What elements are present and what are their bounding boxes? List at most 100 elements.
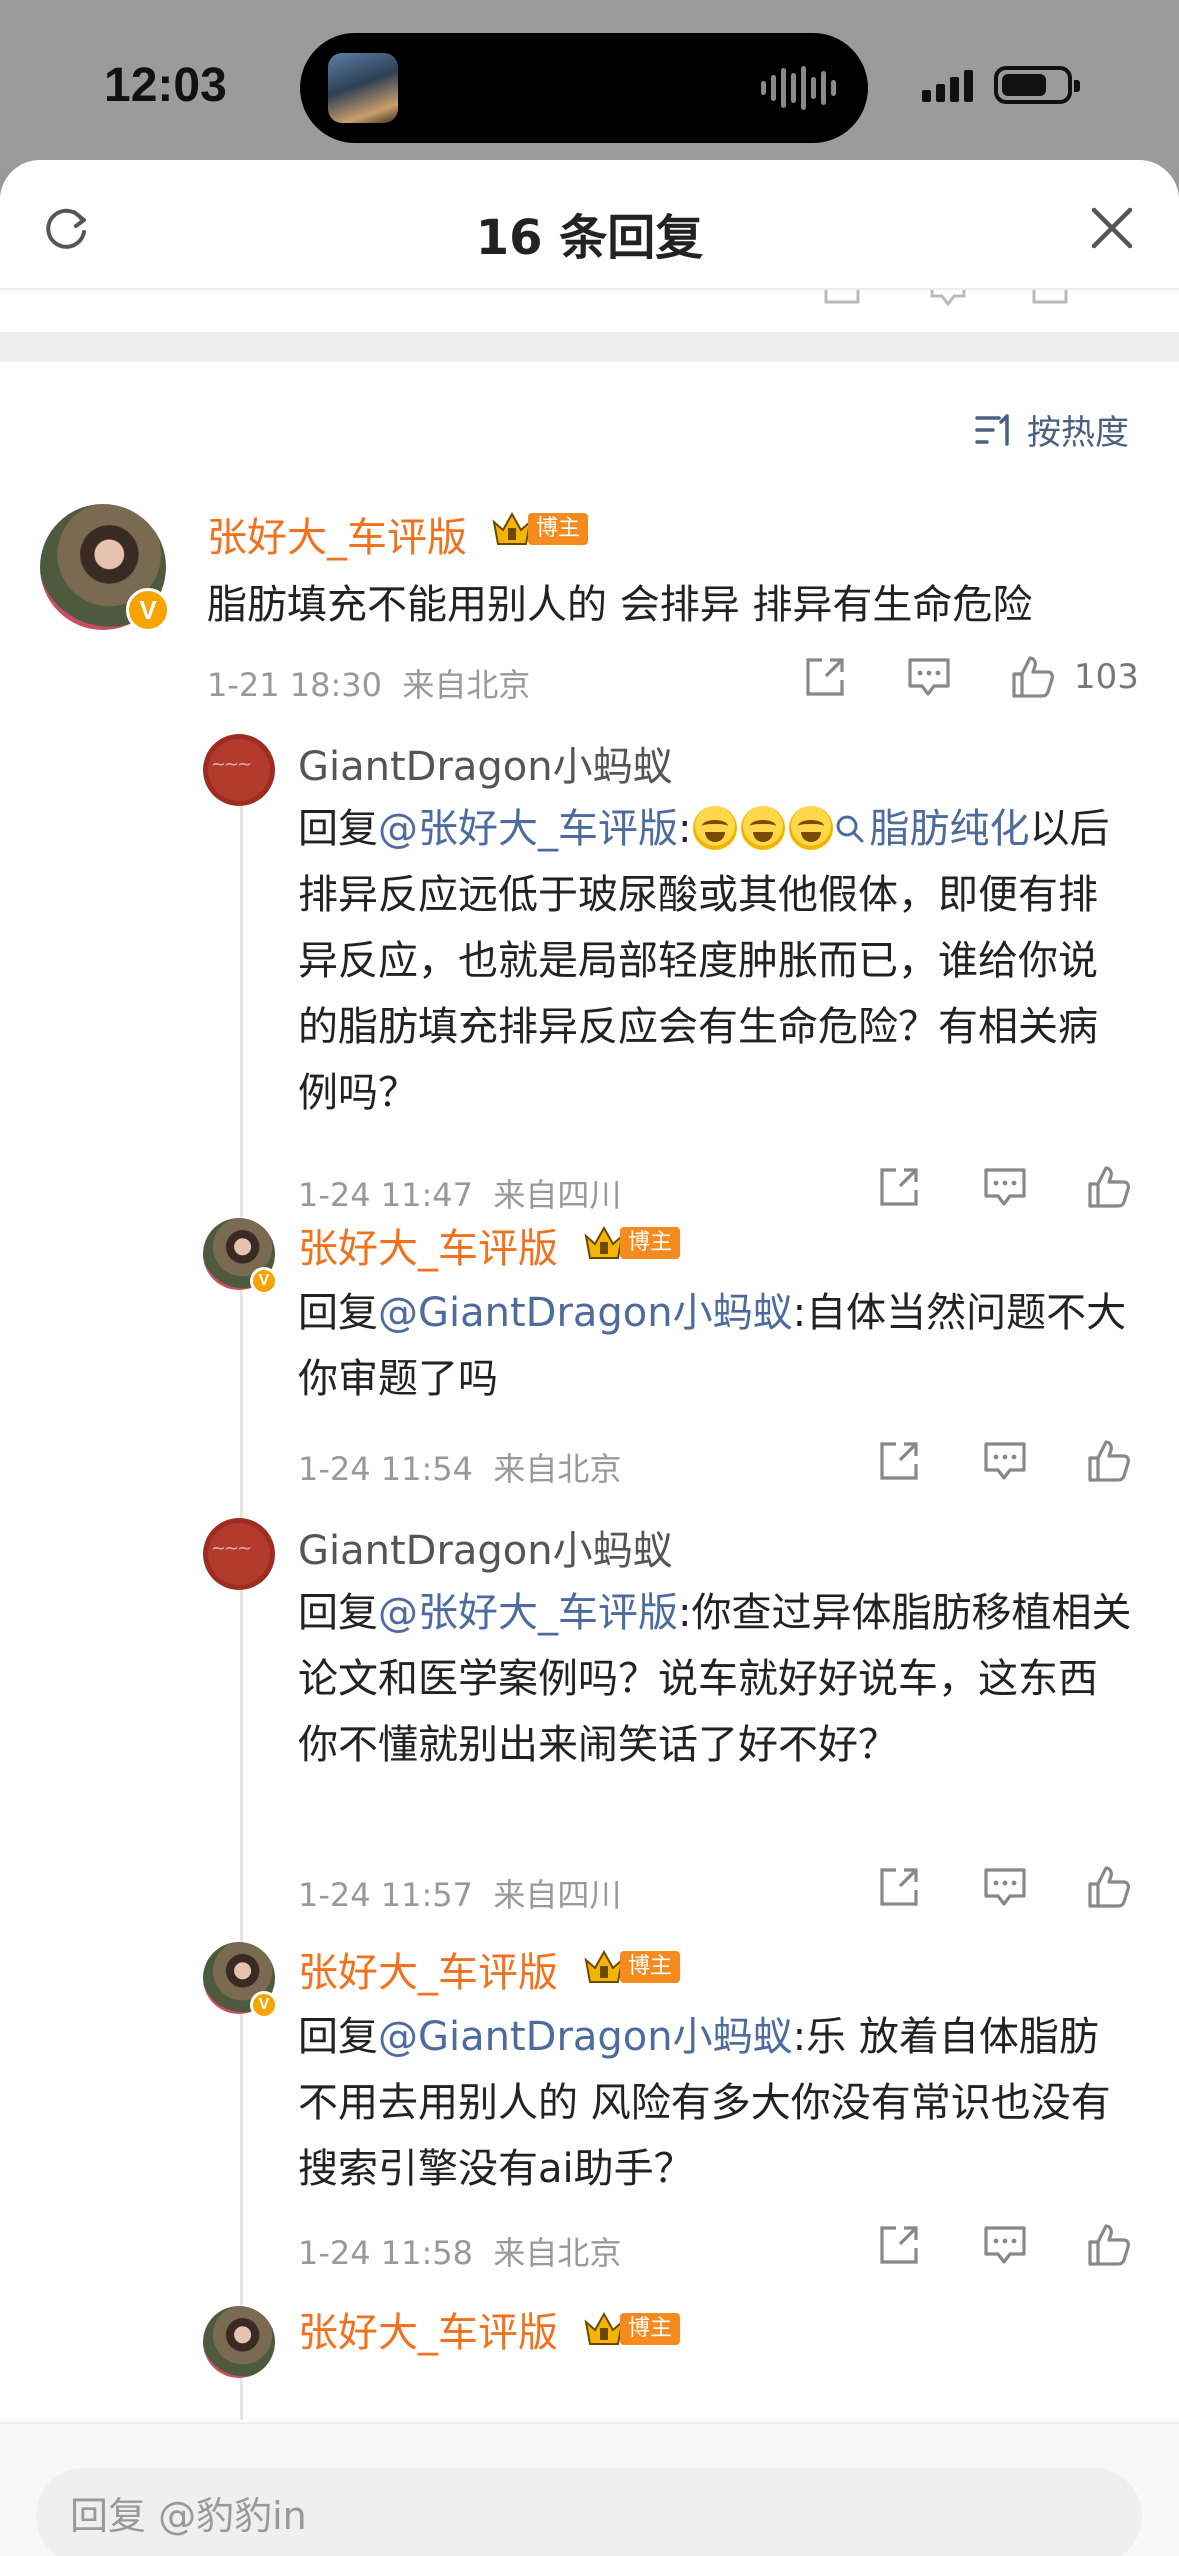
reply-meta: 1-24 11:54 来自北京 xyxy=(298,1444,621,1490)
reply-colon: : xyxy=(792,1290,807,1336)
reply-prefix: 回复 xyxy=(298,2014,378,2060)
topic-link[interactable]: 脂肪纯化 xyxy=(869,806,1029,852)
reply-meta: 1-24 11:58 来自北京 xyxy=(298,2228,621,2274)
comment-text: 脂肪填充不能用别人的 会排异 排异有生命危险 xyxy=(207,582,1033,628)
reply-date: 1-24 11:54 xyxy=(298,1450,474,1488)
reply-date: 1-24 11:47 xyxy=(298,1176,474,1214)
blogger-tag: 博主 xyxy=(620,1951,681,1983)
blogger-badge: 博主 xyxy=(584,2310,681,2348)
reply-location: 来自四川 xyxy=(493,1876,622,1914)
blogger-badge: 博主 xyxy=(584,1948,681,1986)
share-icon[interactable] xyxy=(802,654,848,700)
reply-username[interactable]: 张好大_车评版 xyxy=(298,1216,558,1274)
verified-icon: V xyxy=(250,1267,278,1295)
blogger-tag: 博主 xyxy=(528,513,589,545)
reply-date: 1-24 11:58 xyxy=(298,2234,474,2272)
reply-prefix: 回复 xyxy=(298,1290,378,1336)
like-icon[interactable] xyxy=(1086,1164,1132,1210)
reply-text: 回复@张好大_车评版: 脂肪纯化以后排异反应远低于玻尿酸或其他假体，即便有排异反应… xyxy=(298,796,1134,1126)
sheet-header: 16 条回复 xyxy=(0,160,1179,290)
scrolled-previous-row xyxy=(0,290,1179,325)
reply-location: 来自四川 xyxy=(493,1176,622,1214)
reply-bar xyxy=(0,2422,1179,2556)
mention-link[interactable]: @张好大_车评版 xyxy=(378,806,678,852)
laugh-cry-emoji-icon xyxy=(741,806,786,850)
comment-username[interactable]: 张好大_车评版 xyxy=(207,505,467,563)
reply-colon: : xyxy=(678,1590,692,1636)
laugh-cry-emoji-icon xyxy=(789,806,834,850)
like-icon xyxy=(1032,290,1068,304)
reply-text: 回复@张好大_车评版:你查过异体脂肪移植相关论文和医学案例吗？说车就好好说车，这… xyxy=(298,1580,1134,1778)
blogger-tag: 博主 xyxy=(620,2313,681,2345)
crown-icon xyxy=(584,1949,624,1983)
sort-by-hot-button[interactable]: 按热度 xyxy=(975,405,1129,454)
avatar[interactable] xyxy=(203,2306,275,2378)
share-icon[interactable] xyxy=(876,2222,922,2268)
reply-username[interactable]: 张好大_车评版 xyxy=(298,2300,558,2358)
reply-colon: : xyxy=(792,2014,807,2060)
crown-icon xyxy=(584,2311,624,2345)
share-icon[interactable] xyxy=(876,1438,922,1484)
reply-text: 回复@GiantDragon小蚂蚁:自体当然问题不大 你审题了吗 xyxy=(298,1280,1134,1412)
cellular-signal-icon xyxy=(922,68,973,102)
blogger-tag: 博主 xyxy=(620,1227,681,1259)
search-icon xyxy=(836,815,864,843)
like-icon[interactable] xyxy=(1010,654,1056,700)
reply-meta: 1-24 11:47 来自四川 xyxy=(298,1170,621,1216)
comment-meta: 1-21 18:30 来自北京 xyxy=(207,660,530,706)
reply-colon: : xyxy=(678,806,692,852)
now-playing-artwork xyxy=(328,53,398,123)
share-icon xyxy=(824,290,860,304)
like-icon[interactable] xyxy=(1086,2222,1132,2268)
reply-username[interactable]: 张好大_车评版 xyxy=(298,1940,558,1998)
reply-text: 回复@GiantDragon小蚂蚁:乐 放着自体脂肪不用去用别人的 风险有多大你… xyxy=(298,2004,1134,2202)
status-time: 12:03 xyxy=(104,59,227,112)
sort-label: 按热度 xyxy=(1027,413,1129,453)
laugh-cry-emoji-icon xyxy=(693,806,738,850)
comment-icon[interactable] xyxy=(982,1164,1028,1210)
share-icon[interactable] xyxy=(876,1864,922,1910)
crown-icon xyxy=(584,1225,624,1259)
reply-input[interactable] xyxy=(36,2468,1142,2556)
reply-prefix: 回复 xyxy=(298,806,378,852)
share-icon[interactable] xyxy=(876,1164,922,1210)
close-icon[interactable] xyxy=(1088,204,1136,252)
section-separator xyxy=(0,332,1179,362)
sort-icon xyxy=(975,413,1009,446)
audio-waveform-icon xyxy=(761,65,836,111)
replies-sheet: 16 条回复 按热度 V 张好大_车评版 博主 脂肪填充不能用别人的 会排异 排… xyxy=(0,160,1179,2556)
reply-username[interactable]: GiantDragon小蚂蚁 xyxy=(298,734,673,792)
comment-icon[interactable] xyxy=(982,1438,1028,1484)
avatar[interactable] xyxy=(203,1518,275,1590)
sheet-title: 16 条回复 xyxy=(475,210,704,266)
reply-date: 1-24 11:57 xyxy=(298,1876,474,1914)
reply-prefix: 回复 xyxy=(298,1590,378,1636)
like-count: 103 xyxy=(1074,657,1139,697)
comment-icon[interactable] xyxy=(982,2222,1028,2268)
mention-link[interactable]: @GiantDragon小蚂蚁 xyxy=(378,2014,793,2060)
dynamic-island[interactable] xyxy=(300,33,868,143)
like-icon[interactable] xyxy=(1086,1438,1132,1484)
reply-meta: 1-24 11:57 来自四川 xyxy=(298,1870,621,1916)
mention-link[interactable]: @张好大_车评版 xyxy=(378,1590,678,1636)
crown-icon xyxy=(492,511,532,545)
like-icon[interactable] xyxy=(1086,1864,1132,1910)
reply-username[interactable]: GiantDragon小蚂蚁 xyxy=(298,1518,673,1576)
comment-location: 来自北京 xyxy=(402,666,531,704)
verified-icon: V xyxy=(250,1991,278,2019)
reply-body: 以后排异反应远低于玻尿酸或其他假体，即便有排异反应，也就是局部轻度肿胀而已，谁给… xyxy=(298,806,1110,1116)
mention-link[interactable]: @GiantDragon小蚂蚁 xyxy=(378,1290,793,1336)
comment-date: 1-21 18:30 xyxy=(207,666,383,704)
blogger-badge: 博主 xyxy=(492,510,589,548)
comment-icon xyxy=(930,290,966,307)
verified-icon: V xyxy=(126,588,170,632)
thread-line xyxy=(240,760,243,2420)
blogger-badge: 博主 xyxy=(584,1224,681,1262)
comment-icon[interactable] xyxy=(906,654,952,700)
status-bar: 12:03 xyxy=(0,0,1179,165)
reply-location: 来自北京 xyxy=(493,1450,622,1488)
comment-icon[interactable] xyxy=(982,1864,1028,1910)
battery-icon xyxy=(994,66,1080,104)
avatar[interactable] xyxy=(203,734,275,806)
reply-location: 来自北京 xyxy=(493,2234,622,2272)
